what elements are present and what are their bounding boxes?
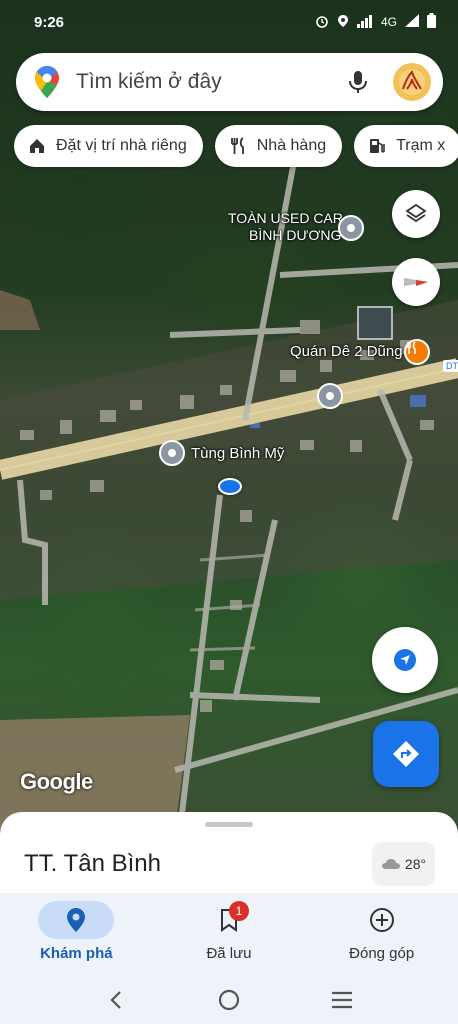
avatar[interactable]: [393, 63, 431, 101]
recents-icon[interactable]: [327, 985, 357, 1015]
mic-icon[interactable]: [345, 69, 371, 95]
profile-logo-icon: [399, 69, 425, 95]
poi-label-restaurant[interactable]: Quán Dê 2 Dũng: [290, 343, 403, 360]
navigation-arrow-icon: [394, 649, 416, 671]
system-navigation: [0, 975, 458, 1024]
category-chips: Đặt vị trí nhà riêng Nhà hàng Trạm x: [14, 125, 458, 167]
layers-button[interactable]: [392, 190, 440, 238]
signal-icon: [356, 14, 373, 31]
home-icon: [30, 139, 44, 153]
nav-explore[interactable]: Khám phá: [0, 893, 153, 975]
weather-chip[interactable]: 28°: [372, 842, 435, 886]
nav-contribute-label: Đóng góp: [349, 945, 415, 962]
chip-gas-station[interactable]: Trạm x: [354, 125, 458, 167]
poi-pin-icon[interactable]: [159, 440, 185, 466]
compass-icon: [404, 278, 428, 286]
sheet-drag-handle[interactable]: [205, 822, 253, 827]
cloud-icon: [381, 859, 400, 869]
poi-pin-icon[interactable]: [338, 215, 364, 241]
chip-home[interactable]: Đặt vị trí nhà riêng: [14, 125, 203, 167]
home-circle-icon[interactable]: [214, 985, 244, 1015]
chip-gas-station-label: Trạm x: [396, 137, 446, 154]
current-location-dot: [218, 478, 242, 495]
chip-restaurant[interactable]: Nhà hàng: [214, 125, 343, 167]
restaurant-pin-icon[interactable]: [404, 339, 430, 365]
poi-label-tung-binh-my[interactable]: Tùng Bình Mỹ: [191, 445, 284, 462]
search-bar[interactable]: Tìm kiếm ở đây: [16, 53, 443, 111]
directions-button[interactable]: [373, 721, 439, 787]
back-icon[interactable]: [101, 985, 131, 1015]
compass-button[interactable]: [392, 258, 440, 306]
directions-icon: [393, 741, 419, 767]
status-time: 9:26: [34, 13, 65, 31]
search-input[interactable]: Tìm kiếm ở đây: [76, 70, 345, 94]
weather-temp: 28°: [404, 856, 427, 872]
gas-station-icon: [370, 139, 385, 153]
alarm-icon: [315, 14, 329, 31]
location-status-icon: [337, 14, 349, 31]
poi-label-used-car-line2[interactable]: BÌNH DƯƠNG: [249, 227, 341, 243]
wifi-signal-icon: [405, 13, 419, 31]
chip-home-label: Đặt vị trí nhà riêng: [56, 137, 187, 154]
bottom-navigation: Khám phá 1 Đã lưu Đóng góp: [0, 893, 458, 975]
status-bar: 9:26 4G: [0, 0, 458, 44]
poi-label-used-car[interactable]: TOÀN USED CAR: [228, 210, 343, 226]
poi-pin-icon[interactable]: [317, 383, 343, 409]
road-tag: DT: [443, 360, 458, 372]
restaurant-icon: [230, 137, 244, 154]
nav-saved[interactable]: 1 Đã lưu: [153, 893, 306, 975]
chip-restaurant-label: Nhà hàng: [256, 137, 327, 154]
add-circle-icon: [369, 908, 394, 932]
my-location-button[interactable]: [372, 627, 438, 693]
explore-pin-icon: [67, 908, 86, 932]
saved-badge: 1: [229, 901, 249, 921]
nav-contribute[interactable]: Đóng góp: [305, 893, 458, 975]
network-type: 4G: [380, 15, 397, 29]
battery-icon: [427, 13, 436, 31]
layers-icon: [405, 203, 427, 223]
place-title: TT. Tân Bình: [24, 850, 161, 877]
google-maps-logo-icon: [35, 66, 59, 98]
google-attribution: Google: [20, 769, 93, 794]
nav-saved-label: Đã lưu: [206, 945, 252, 962]
nav-explore-label: Khám phá: [40, 945, 113, 962]
bottom-sheet[interactable]: TT. Tân Bình 28°: [0, 812, 458, 897]
